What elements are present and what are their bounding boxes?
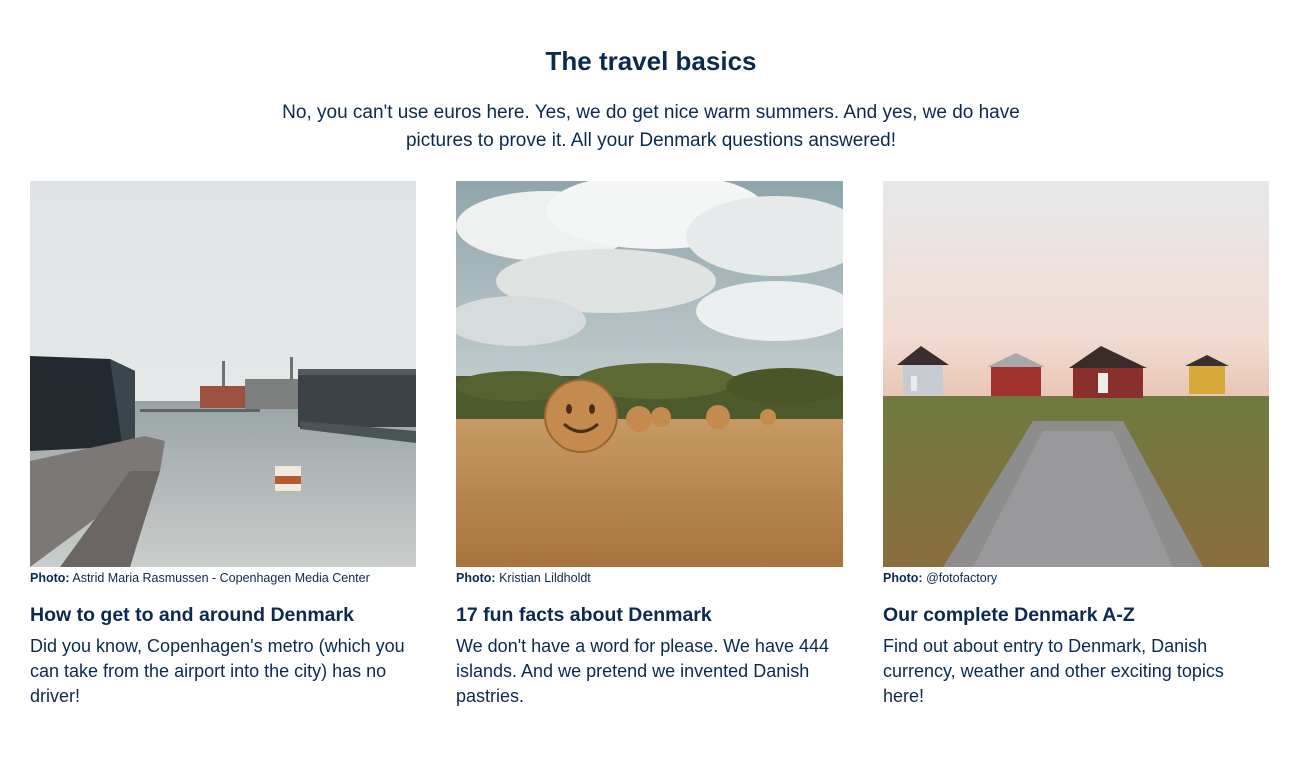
beach-huts-photo xyxy=(883,181,1269,567)
photo-credit: Photo: Astrid Maria Rasmussen - Copenhag… xyxy=(30,571,416,587)
card-title[interactable]: Our complete Denmark A-Z xyxy=(883,603,1269,627)
section-intro: No, you can't use euros here. Yes, we do… xyxy=(282,102,1020,151)
article-card-link[interactable]: Photo: @fotofactory Our complete Denmark… xyxy=(883,181,1269,709)
photo-credit-name: Astrid Maria Rasmussen - Copenhagen Medi… xyxy=(72,571,370,585)
photo-credit-label: Photo: xyxy=(30,571,70,585)
card-text: Find out about entry to Denmark, Danish … xyxy=(883,636,1224,706)
article-card-a-z: Photo: @fotofactory Our complete Denmark… xyxy=(883,181,1269,709)
photo-credit: Photo: @fotofactory xyxy=(883,571,1269,587)
article-card-fun-facts: Photo: Kristian Lildholdt 17 fun facts a… xyxy=(456,181,843,709)
harbour-photo xyxy=(30,181,416,567)
photo-credit-label: Photo: xyxy=(456,571,496,585)
photo-credit-name: @fotofactory xyxy=(926,571,998,585)
photo-credit-label: Photo: xyxy=(883,571,923,585)
photo-credit: Photo: Kristian Lildholdt xyxy=(456,571,843,587)
article-card-getting-around: Photo: Astrid Maria Rasmussen - Copenhag… xyxy=(30,181,416,709)
card-title[interactable]: 17 fun facts about Denmark xyxy=(456,603,843,627)
article-card-link[interactable]: Photo: Kristian Lildholdt 17 fun facts a… xyxy=(456,181,843,709)
article-card-link[interactable]: Photo: Astrid Maria Rasmussen - Copenhag… xyxy=(30,181,416,709)
card-text: We don't have a word for please. We have… xyxy=(456,636,829,706)
section-title: The travel basics xyxy=(545,46,757,76)
photo-credit-name: Kristian Lildholdt xyxy=(499,571,591,585)
card-text: Did you know, Copenhagen's metro (which … xyxy=(30,636,405,706)
card-title[interactable]: How to get to and around Denmark xyxy=(30,603,416,627)
hay-bales-photo xyxy=(456,181,843,567)
